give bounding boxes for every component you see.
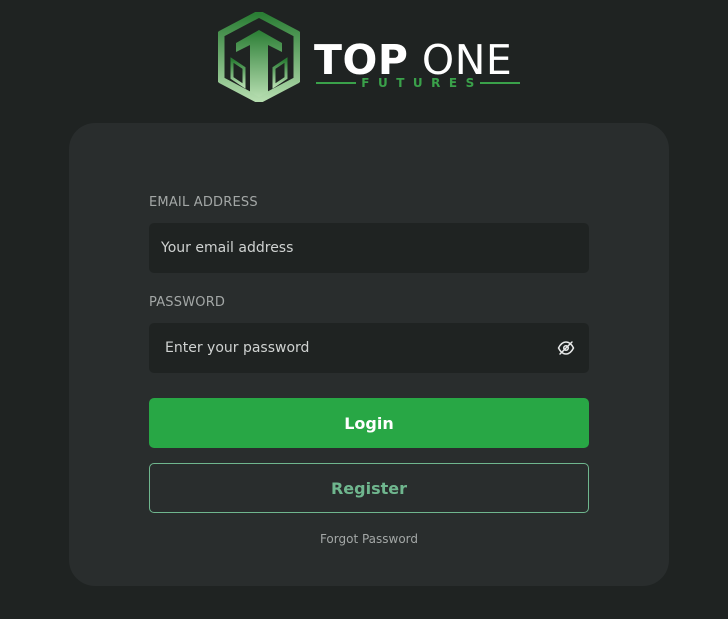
divider-right <box>479 82 520 84</box>
eye-off-icon[interactable] <box>557 339 575 357</box>
password-label: PASSWORD <box>149 295 226 310</box>
divider-left <box>316 82 356 84</box>
register-button[interactable]: Register <box>149 463 589 513</box>
email-field-wrapper <box>149 223 589 273</box>
login-button[interactable]: Login <box>149 398 589 448</box>
brand-subtitle: FUTURES <box>361 76 483 90</box>
email-label: EMAIL ADDRESS <box>149 195 258 210</box>
login-page: TOP ONE FUTURES EMAIL ADDRESS PASSWORD L… <box>0 0 728 619</box>
password-input[interactable] <box>149 323 589 373</box>
forgot-password-link[interactable]: Forgot Password <box>69 532 669 546</box>
login-card: EMAIL ADDRESS PASSWORD Login Register Fo… <box>69 123 669 586</box>
brand-logo: TOP ONE FUTURES <box>218 12 528 102</box>
logo-mark-icon <box>218 12 300 102</box>
brand-subtitle-row: FUTURES <box>316 74 520 92</box>
email-input[interactable] <box>149 223 589 273</box>
password-field-wrapper <box>149 323 589 373</box>
